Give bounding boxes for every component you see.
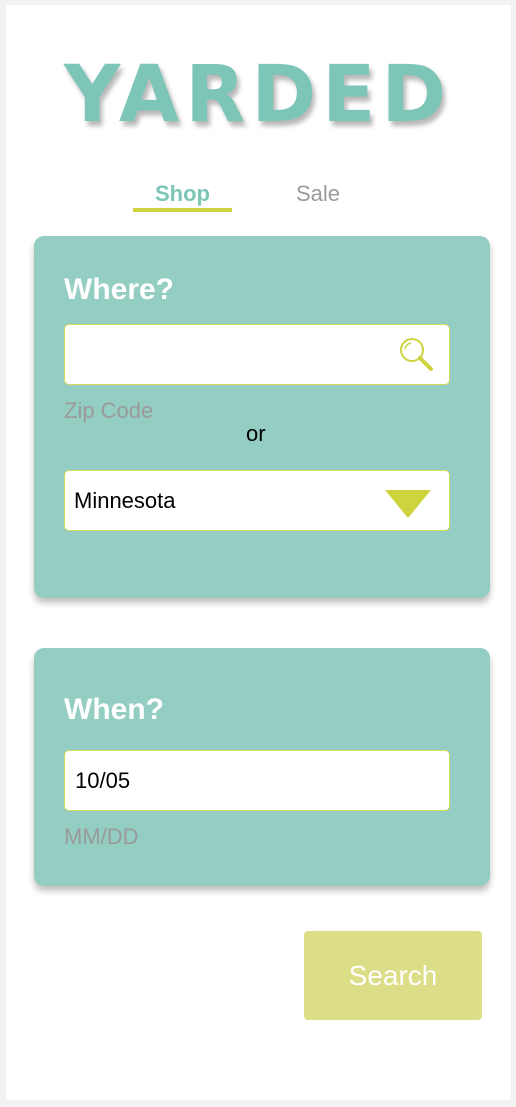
tab-shop[interactable]: Shop <box>133 180 232 208</box>
date-format-hint: MM/DD <box>64 824 139 849</box>
when-card: When? MM/DD <box>34 648 490 886</box>
where-title: Where? <box>64 273 175 306</box>
date-input[interactable] <box>65 751 449 810</box>
zip-code-input[interactable] <box>65 325 449 384</box>
state-select[interactable]: Minnesota <box>64 470 450 531</box>
triangle-down-icon[interactable] <box>385 490 431 518</box>
state-select-value: Minnesota <box>74 488 176 513</box>
active-tab-indicator <box>133 208 232 212</box>
zip-code-hint: Zip Code <box>64 398 154 423</box>
zip-code-field[interactable] <box>64 324 450 385</box>
when-title: When? <box>64 693 164 726</box>
tab-sale[interactable]: Sale <box>278 180 358 208</box>
where-card: Where? Zip Code or Minnesota <box>34 236 490 598</box>
search-button[interactable]: Search <box>304 931 482 1020</box>
or-separator: or <box>246 421 266 446</box>
app-logo: YARDED <box>63 50 453 140</box>
search-icon[interactable] <box>397 335 435 373</box>
date-field[interactable] <box>64 750 450 811</box>
